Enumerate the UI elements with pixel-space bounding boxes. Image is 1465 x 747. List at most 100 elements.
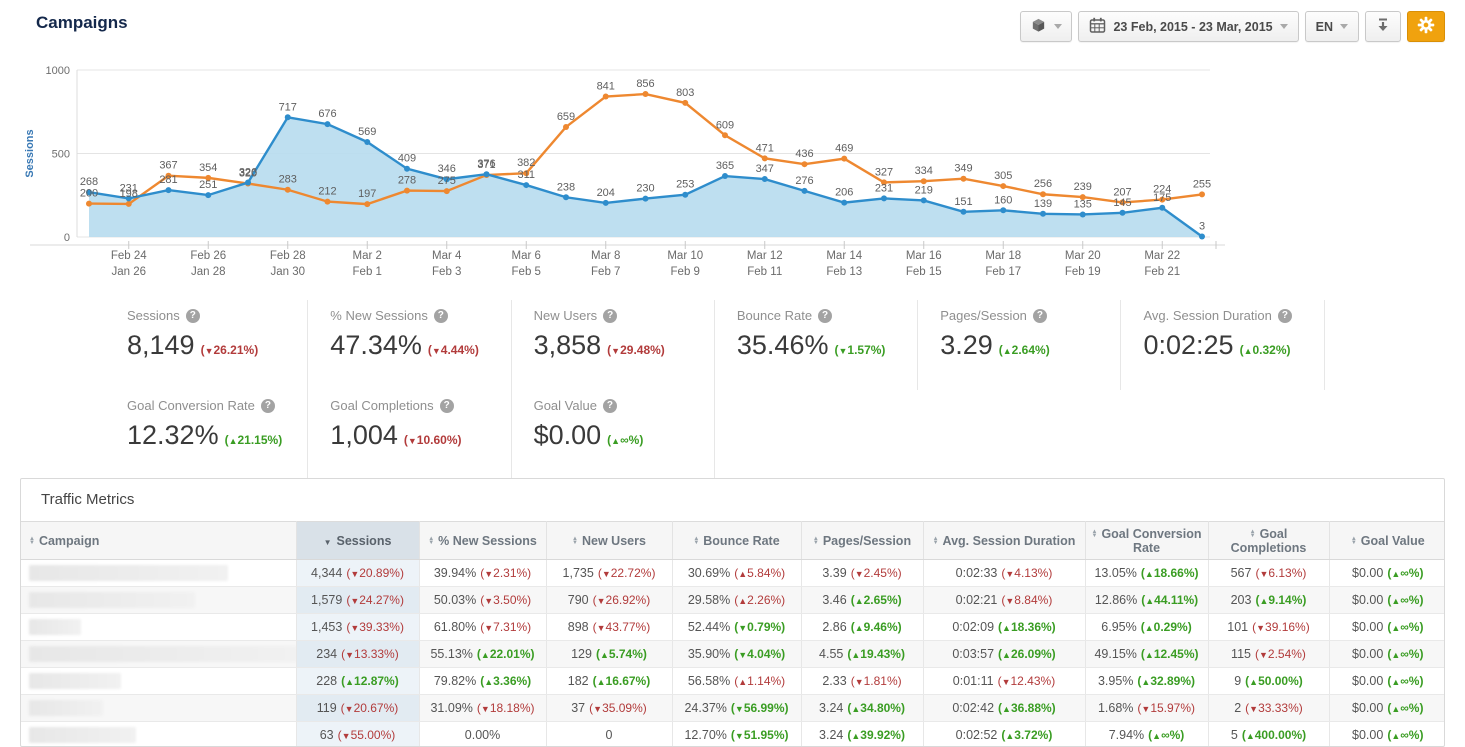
previous-period-point[interactable] (1199, 191, 1205, 197)
column-header-campaign[interactable]: ▲▼Campaign (21, 522, 296, 560)
help-icon[interactable]: ? (603, 399, 617, 413)
metric-cell: $0.00(▲∞%) (1329, 614, 1445, 641)
previous-period-point[interactable] (444, 188, 450, 194)
current-period-point[interactable] (881, 195, 887, 201)
current-period-point[interactable] (841, 200, 847, 206)
current-value-label: 365 (716, 160, 734, 172)
current-period-point[interactable] (722, 173, 728, 179)
help-icon[interactable]: ? (261, 399, 275, 413)
previous-period-point[interactable] (1040, 191, 1046, 197)
help-icon[interactable]: ? (603, 309, 617, 323)
help-icon[interactable]: ? (818, 309, 832, 323)
metric-cards: Sessions?8,149(▼26.21%)% New Sessions?47… (105, 300, 1325, 480)
previous-period-point[interactable] (682, 100, 688, 106)
campaign-cell[interactable] (21, 614, 296, 641)
current-period-point[interactable] (1120, 210, 1126, 216)
current-period-point[interactable] (404, 166, 410, 172)
cell-change: (▼22.72%) (598, 566, 656, 580)
column-header-goal-conversion-rate[interactable]: ▲▼Goal Conversion Rate (1085, 522, 1208, 560)
widgets-dropdown-button[interactable] (1020, 11, 1072, 42)
column-header-bounce-rate[interactable]: ▲▼Bounce Rate (672, 522, 801, 560)
previous-period-point[interactable] (1000, 183, 1006, 189)
previous-period-point[interactable] (841, 156, 847, 162)
current-period-point[interactable] (1199, 233, 1205, 239)
help-icon[interactable]: ? (1033, 309, 1047, 323)
previous-value-label: 354 (199, 162, 217, 174)
metric-cell: 129(▲5.74%) (546, 641, 672, 668)
current-period-point[interactable] (1040, 211, 1046, 217)
previous-period-point[interactable] (762, 155, 768, 161)
x-label-previous: Feb 1 (353, 266, 382, 278)
x-label-previous: Feb 3 (432, 266, 461, 278)
download-button[interactable] (1365, 11, 1401, 42)
date-range-picker[interactable]: 23 Feb, 2015 - 23 Mar, 2015 (1078, 11, 1298, 42)
column-header-label: Goal Completions (1231, 527, 1307, 555)
campaign-cell[interactable] (21, 641, 296, 668)
metric-cell: 0:02:42(▲36.88%) (923, 695, 1085, 722)
cell-value: 2.33 (822, 674, 846, 688)
help-icon[interactable]: ? (1278, 309, 1292, 323)
current-period-point[interactable] (762, 176, 768, 182)
campaign-cell[interactable] (21, 587, 296, 614)
column-header--new-sessions[interactable]: ▲▼% New Sessions (419, 522, 546, 560)
current-period-point[interactable] (802, 188, 808, 194)
previous-period-point[interactable] (603, 94, 609, 100)
current-period-point[interactable] (484, 171, 490, 177)
column-header-goal-completions[interactable]: ▲▼Goal Completions (1208, 522, 1329, 560)
current-period-point[interactable] (325, 121, 331, 127)
cell-change: (▲44.11%) (1141, 593, 1198, 607)
current-period-point[interactable] (245, 180, 251, 186)
previous-period-point[interactable] (404, 188, 410, 194)
current-period-point[interactable] (1000, 207, 1006, 213)
current-period-point[interactable] (961, 209, 967, 215)
cell-value: 4,344 (311, 566, 342, 580)
column-header-goal-value[interactable]: ▲▼Goal Value (1329, 522, 1445, 560)
cell-change: (▲50.00%) (1245, 674, 1303, 688)
previous-period-point[interactable] (802, 161, 808, 167)
current-period-point[interactable] (364, 139, 370, 145)
sessions-chart[interactable]: 05001000SessionsFeb 24Jan 26Feb 26Jan 28… (0, 55, 1250, 290)
previous-period-point[interactable] (921, 178, 927, 184)
help-icon[interactable]: ? (186, 309, 200, 323)
campaign-cell[interactable] (21, 560, 296, 587)
help-icon[interactable]: ? (440, 399, 454, 413)
current-period-point[interactable] (682, 192, 688, 198)
metric-cell: 0:02:33(▼4.13%) (923, 560, 1085, 587)
x-label-previous: Feb 7 (591, 266, 620, 278)
current-period-point[interactable] (285, 114, 291, 120)
sessions-chart-canvas[interactable]: 05001000SessionsFeb 24Jan 26Feb 26Jan 28… (0, 55, 1250, 290)
metric-change: (▼4.44%) (428, 343, 479, 357)
campaign-cell[interactable] (21, 695, 296, 722)
current-period-point[interactable] (643, 196, 649, 202)
current-period-point[interactable] (166, 187, 172, 193)
previous-period-point[interactable] (86, 201, 92, 207)
current-period-point[interactable] (1159, 205, 1165, 211)
language-dropdown-button[interactable]: EN (1305, 11, 1359, 42)
previous-period-point[interactable] (364, 201, 370, 207)
current-period-point[interactable] (921, 197, 927, 203)
current-period-point[interactable] (603, 200, 609, 206)
column-header-avg-session-duration[interactable]: ▲▼Avg. Session Duration (923, 522, 1085, 560)
previous-period-point[interactable] (325, 199, 331, 205)
previous-period-point[interactable] (285, 187, 291, 193)
previous-period-point[interactable] (563, 124, 569, 130)
traffic-metrics-panel: Traffic Metrics ▲▼Campaign▼Sessions▲▼% N… (20, 478, 1445, 747)
previous-period-point[interactable] (126, 201, 132, 207)
previous-period-point[interactable] (722, 132, 728, 138)
current-period-point[interactable] (1080, 211, 1086, 217)
campaign-cell[interactable] (21, 668, 296, 695)
previous-value-label: 278 (398, 175, 416, 187)
cell-change: (▲18.66%) (1141, 566, 1199, 580)
current-period-point[interactable] (523, 182, 529, 188)
column-header-new-users[interactable]: ▲▼New Users (546, 522, 672, 560)
column-header-pages-session[interactable]: ▲▼Pages/Session (801, 522, 923, 560)
campaign-cell[interactable] (21, 722, 296, 747)
metric-cell: 1,453(▼39.33%) (296, 614, 419, 641)
settings-button[interactable] (1407, 11, 1445, 42)
column-header-sessions[interactable]: ▼Sessions (296, 522, 419, 560)
current-period-point[interactable] (563, 194, 569, 200)
current-period-point[interactable] (205, 192, 211, 198)
previous-period-point[interactable] (961, 176, 967, 182)
previous-period-point[interactable] (643, 91, 649, 97)
help-icon[interactable]: ? (434, 309, 448, 323)
